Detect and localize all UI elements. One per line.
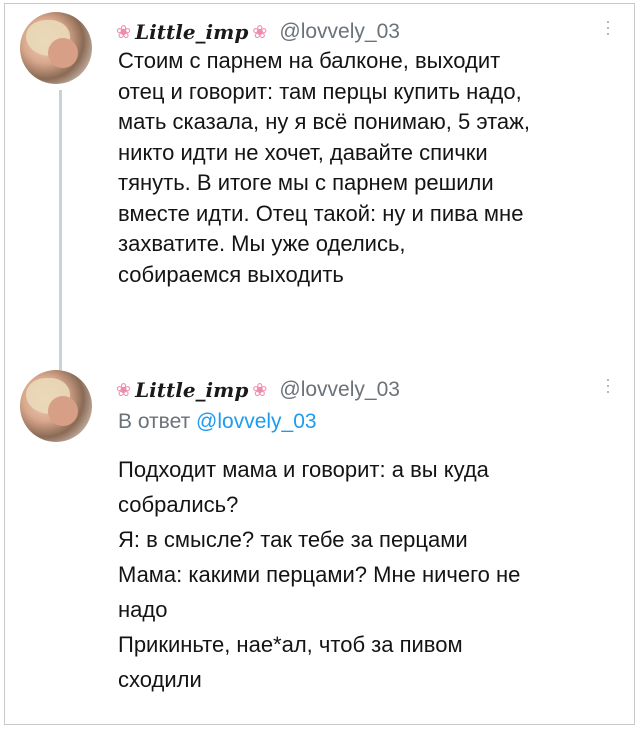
tweet-header: ❀ Little_imp ❀ @lovvely_03: [112, 18, 400, 46]
reply-to-prefix: В ответ: [118, 410, 191, 433]
flower-icon: ❀: [116, 21, 132, 42]
avatar[interactable]: [20, 370, 92, 442]
tweet[interactable]: ❀ Little_imp ❀ @lovvely_03 · · · Стоим с п…: [0, 8, 641, 370]
display-name[interactable]: Little_imp: [135, 378, 248, 402]
avatar-face: [48, 396, 78, 426]
more-options-icon[interactable]: · · ·: [605, 12, 611, 42]
reply-to-handle-link[interactable]: @lovvely_03: [196, 410, 317, 433]
avatar[interactable]: [20, 12, 92, 84]
thread-connector-line: [59, 90, 62, 370]
avatar-face: [48, 38, 78, 68]
flower-icon: ❀: [116, 379, 132, 400]
display-name[interactable]: Little_imp: [135, 20, 248, 44]
reply-to-line: В ответ @lovvely_03: [118, 410, 317, 434]
user-handle[interactable]: @lovvely_03: [279, 378, 400, 402]
tweet-reply[interactable]: ❀ Little_imp ❀ @lovvely_03 · · · В ответ @…: [0, 366, 641, 706]
flower-icon: ❀: [252, 21, 268, 42]
user-handle[interactable]: @lovvely_03: [279, 20, 400, 44]
tweet-text: Подходит мама и говорит: а вы куда собра…: [118, 457, 521, 692]
more-options-icon[interactable]: · · ·: [605, 370, 611, 400]
tweet-header: ❀ Little_imp ❀ @lovvely_03: [112, 376, 400, 404]
tweet-text: Стоим с парнем на балконе, выходит отец …: [118, 48, 530, 287]
flower-icon: ❀: [252, 379, 268, 400]
